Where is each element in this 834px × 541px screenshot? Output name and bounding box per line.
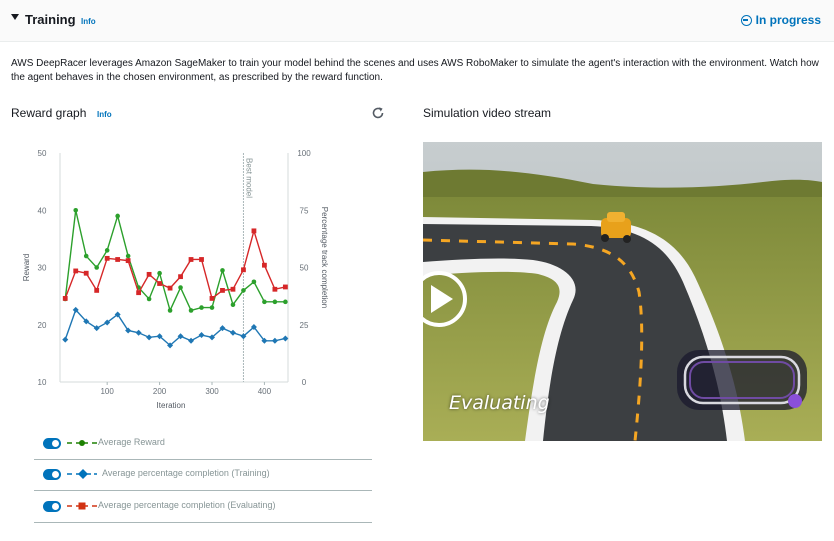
y-tick-label: 50: [38, 149, 47, 158]
data-point: [209, 296, 215, 301]
data-point: [272, 299, 278, 305]
training-description: AWS DeepRacer leverages Amazon SageMaker…: [11, 58, 819, 83]
data-point: [167, 308, 173, 313]
data-point: [262, 299, 267, 305]
data-point: [73, 268, 79, 274]
reward-graph-info-link[interactable]: Info: [97, 110, 112, 119]
data-point: [136, 290, 142, 296]
data-point: [220, 288, 225, 293]
data-point: [198, 332, 205, 339]
data-point: [135, 329, 142, 336]
data-point: [104, 248, 110, 253]
data-point: [271, 337, 278, 344]
collapse-caret-icon[interactable]: [11, 14, 19, 20]
y2-tick-label: 75: [300, 206, 309, 215]
video-stream-title: Simulation video stream: [423, 106, 552, 120]
toggle-evaluating-completion[interactable]: [43, 501, 61, 512]
y2-axis-label: Percentage track completion: [320, 207, 329, 308]
best-model-label: Best model: [244, 158, 253, 198]
data-point: [188, 257, 194, 262]
legend-row-average-reward: Average Reward: [34, 428, 372, 460]
series-line: [64, 210, 286, 313]
data-point: [62, 336, 69, 343]
data-point: [282, 284, 288, 290]
legend-label: Average percentage completion (Evaluatin…: [98, 500, 276, 510]
y-tick-label: 40: [38, 206, 47, 215]
x-axis-label: Iteration: [157, 401, 186, 410]
data-point: [241, 288, 246, 293]
y2-tick-label: 0: [302, 378, 307, 387]
in-progress-icon: [740, 14, 752, 26]
track-minimap: [677, 350, 807, 410]
chart-series: [62, 207, 289, 349]
data-point: [199, 305, 204, 310]
data-point: [230, 302, 236, 308]
data-point: [167, 285, 173, 291]
legend-row-training: Average percentage completion (Training): [34, 459, 372, 491]
y-tick-label: 10: [38, 378, 47, 387]
y2-tick-label: 50: [300, 264, 309, 273]
data-point: [188, 337, 195, 344]
data-point: [146, 296, 152, 302]
y2-tick-label: 100: [297, 149, 311, 158]
data-point: [83, 253, 89, 259]
data-point: [282, 335, 289, 342]
data-point: [125, 253, 131, 259]
info-link[interactable]: Info: [81, 17, 96, 26]
data-point: [199, 257, 204, 262]
data-point: [62, 296, 68, 301]
data-point: [146, 271, 152, 277]
data-point: [283, 299, 288, 305]
data-point: [220, 268, 225, 273]
data-point: [157, 270, 162, 276]
reward-graph-title: Reward graph: [11, 106, 87, 120]
data-point: [241, 267, 246, 273]
data-point: [178, 285, 183, 290]
data-point: [157, 281, 162, 286]
x-tick-label: 200: [153, 387, 167, 396]
data-point: [178, 274, 183, 280]
data-point: [125, 258, 131, 264]
data-point: [146, 334, 153, 341]
x-tick-label: 100: [100, 387, 114, 396]
data-point: [115, 213, 120, 219]
legend-square-marker-icon: [67, 502, 97, 510]
toggle-average-reward[interactable]: [43, 438, 61, 449]
status-text: In progress: [755, 13, 821, 27]
x-tick-label: 400: [258, 387, 272, 396]
y-axis-label: Reward: [22, 254, 31, 282]
status-indicator: In progress: [740, 13, 821, 27]
data-point: [94, 265, 99, 270]
data-point: [262, 262, 267, 268]
reward-graph-chart: 10 20 30 40 50 0 25 50 75 100 100 200 300 400 Iteratio…: [22, 149, 329, 410]
section-title-training[interactable]: Training: [25, 12, 76, 27]
play-icon[interactable]: [423, 269, 469, 329]
x-tick-label: 300: [205, 387, 219, 396]
toggle-training-completion[interactable]: [43, 469, 61, 480]
data-point: [229, 329, 236, 336]
data-point: [83, 270, 89, 276]
y-tick-label: 20: [38, 321, 47, 330]
y2-tick-label: 25: [300, 321, 309, 330]
data-point: [188, 308, 194, 313]
legend-label: Average Reward: [98, 437, 165, 447]
refresh-icon[interactable]: [371, 106, 385, 120]
data-point: [73, 207, 79, 213]
data-point: [94, 288, 100, 293]
evaluating-overlay-text: Evaluating: [449, 392, 550, 414]
training-header: Training Info In progress: [0, 0, 834, 42]
data-point: [230, 286, 236, 292]
legend-circle-marker-icon: [67, 440, 97, 446]
data-point: [251, 279, 257, 285]
legend-label: Average percentage completion (Training): [102, 468, 270, 478]
y-tick-label: 30: [38, 264, 47, 273]
legend-diamond-marker-icon: [67, 469, 97, 479]
data-point: [251, 228, 257, 234]
data-point: [209, 305, 215, 310]
data-point: [115, 257, 121, 262]
data-point: [104, 255, 110, 261]
data-point: [272, 286, 278, 292]
simulation-video-stream[interactable]: Evaluating: [423, 142, 822, 441]
legend-row-evaluating: Average percentage completion (Evaluatin…: [34, 491, 372, 523]
